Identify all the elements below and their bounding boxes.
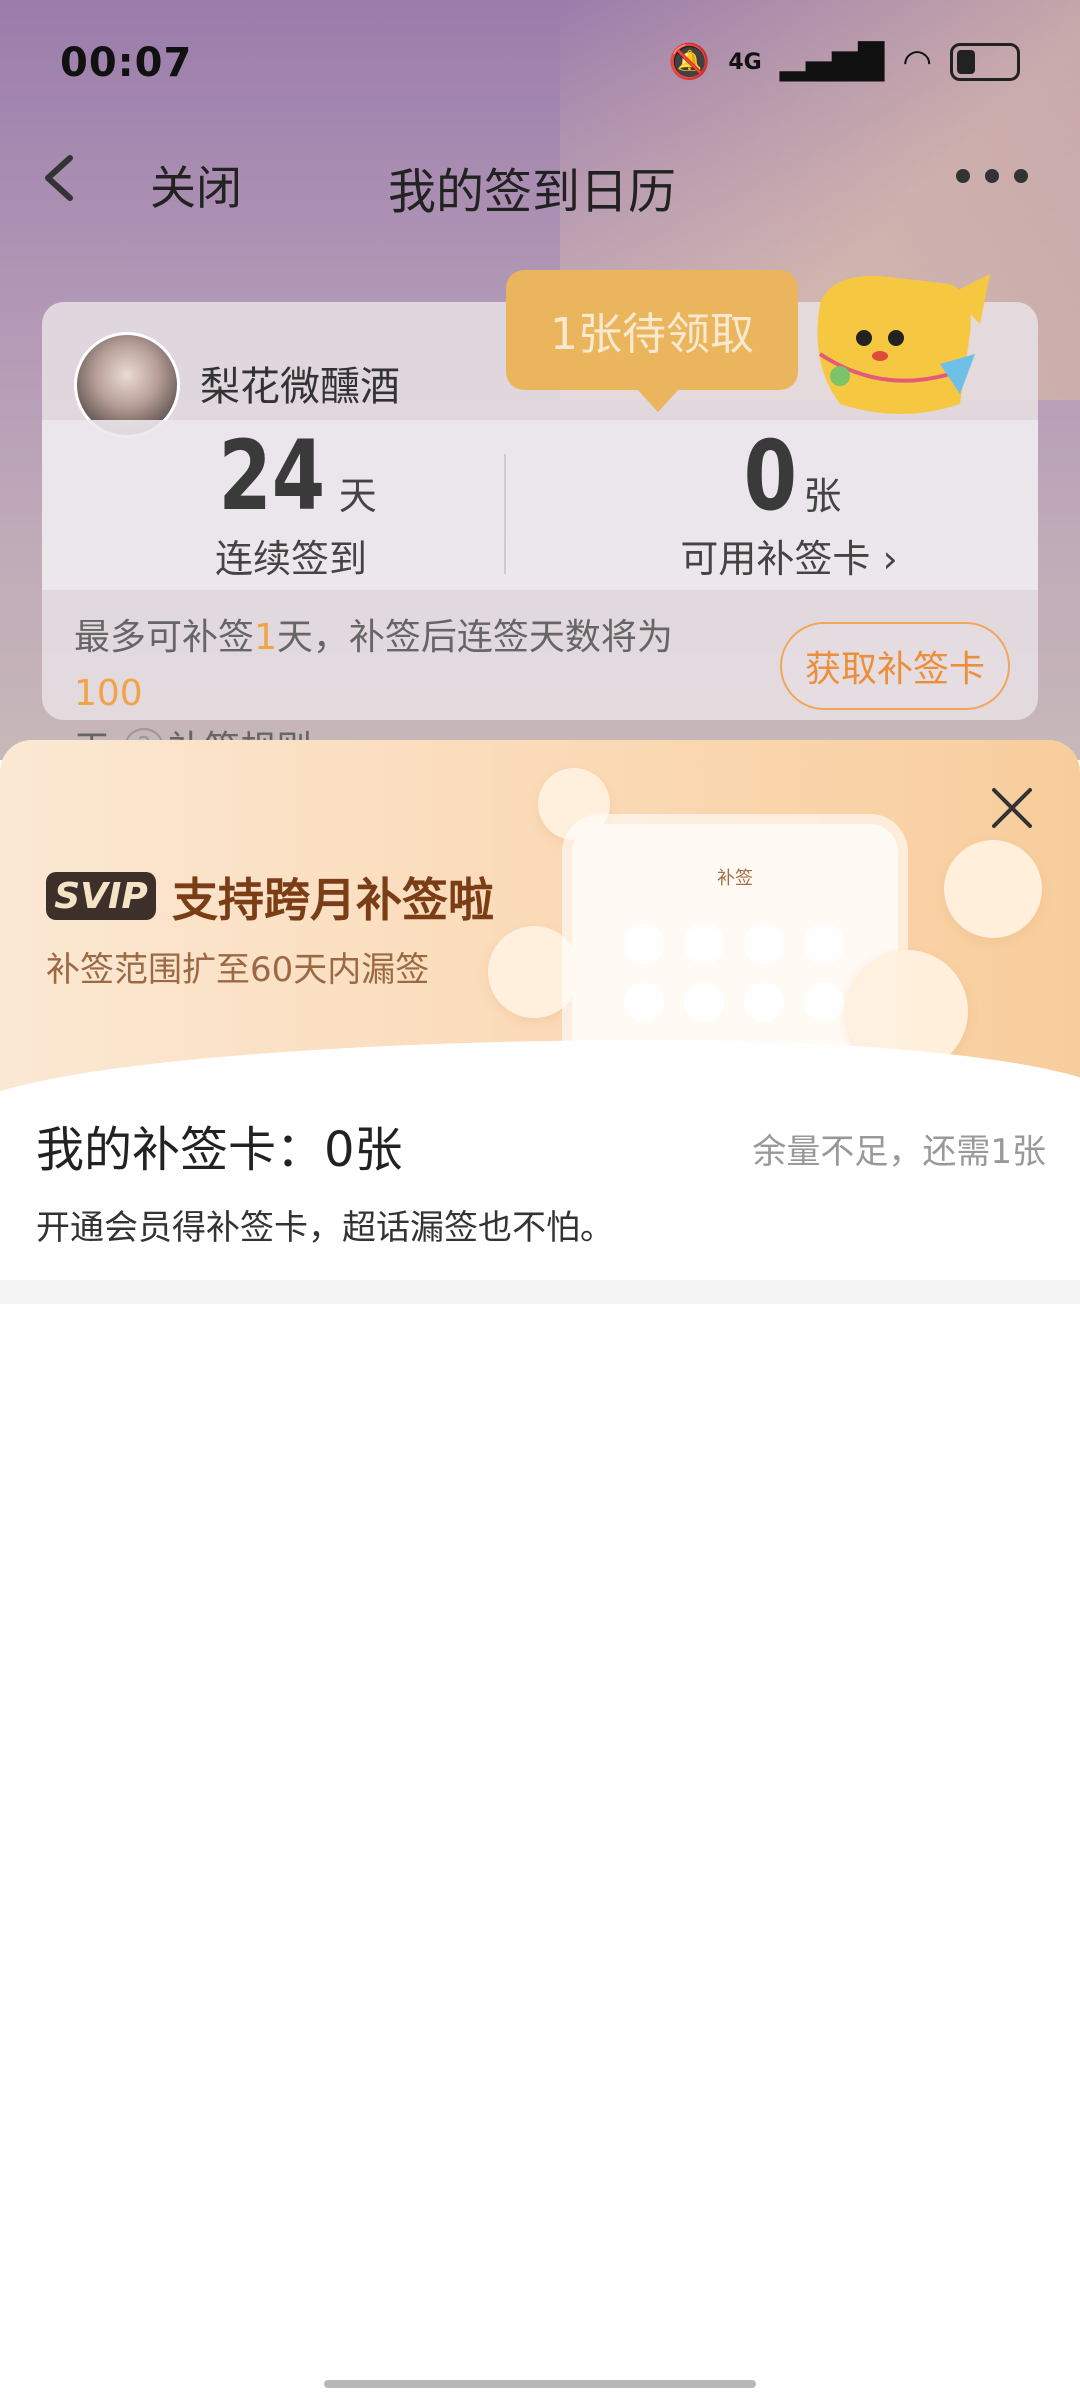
cards-value: 0 [743,420,797,532]
insufficient-note: 余量不足，还需1张 [752,1132,1046,1172]
wifi-icon: ◠ [902,42,932,82]
tip-middle: 天，补签后连签天数将为 [276,617,673,658]
get-card-button[interactable]: 获取补签卡 [780,622,1010,710]
pending-cards-tooltip[interactable]: 1张待领取 [506,270,798,412]
status-icons: 🔕 4G ▂▄▆█ ◠ [668,42,1020,82]
streak-stat: 24 天 连续签到 [42,420,540,590]
close-button[interactable]: 关闭 [150,152,242,218]
my-cards-title: 我的补签卡：0张 [36,1122,403,1178]
ticket-bubble-icon [944,840,1042,938]
signal-icon: ▂▄▆█ [779,42,885,82]
top-nav: 关闭 我的签到日历 [0,130,1080,230]
home-indicator[interactable] [324,2380,756,2388]
svip-banner[interactable]: 补签 SVIP 支持跨月补签啦 补签范围扩至60天内漏签 [0,740,1080,1180]
phone-label: 补签 [717,868,753,889]
svip-badge: SVIP [46,872,156,920]
available-cards-stat[interactable]: 0张 可用补签卡 › [540,420,1038,590]
mute-bell-icon: 🔕 [668,42,711,82]
tip-prefix: 最多可补签 [74,617,255,658]
more-icon[interactable] [956,164,1028,188]
mascot-illustration [817,274,990,414]
section-divider [0,1280,1080,1304]
stats-divider [504,454,506,574]
username: 梨花微醺酒 [200,364,400,410]
close-icon[interactable] [990,786,1034,830]
cards-unit: 张 [803,474,842,518]
streak-value: 24 [218,420,326,532]
page-title: 我的签到日历 [388,164,677,220]
cards-label: 可用补签卡 › [680,537,898,581]
network-type: 4G [728,49,762,75]
back-arrow-icon[interactable] [32,148,92,208]
bottom-sheet: 补签 SVIP 支持跨月补签啦 补签范围扩至60天内漏签 我的补签卡：0张 余量… [0,740,1080,2392]
status-bar: 00:07 🔕 4G ▂▄▆█ ◠ [0,0,1080,120]
streak-label: 连续签到 [214,537,367,581]
diamond-bubble-icon [488,926,580,1018]
banner-subtitle: 补签范围扩至60天内漏签 [46,950,430,990]
tip-total: 100 [74,673,143,714]
banner-title: 支持跨月补签啦 [172,873,494,927]
status-time: 00:07 [60,40,193,86]
tip-days: 1 [254,617,277,658]
battery-icon [950,43,1020,81]
stats-panel: 24 天 连续签到 0张 可用补签卡 › [42,420,1038,590]
streak-unit: 天 [338,474,377,518]
promo-text: 开通会员得补签卡，超话漏签也不怕。 [36,1208,614,1248]
